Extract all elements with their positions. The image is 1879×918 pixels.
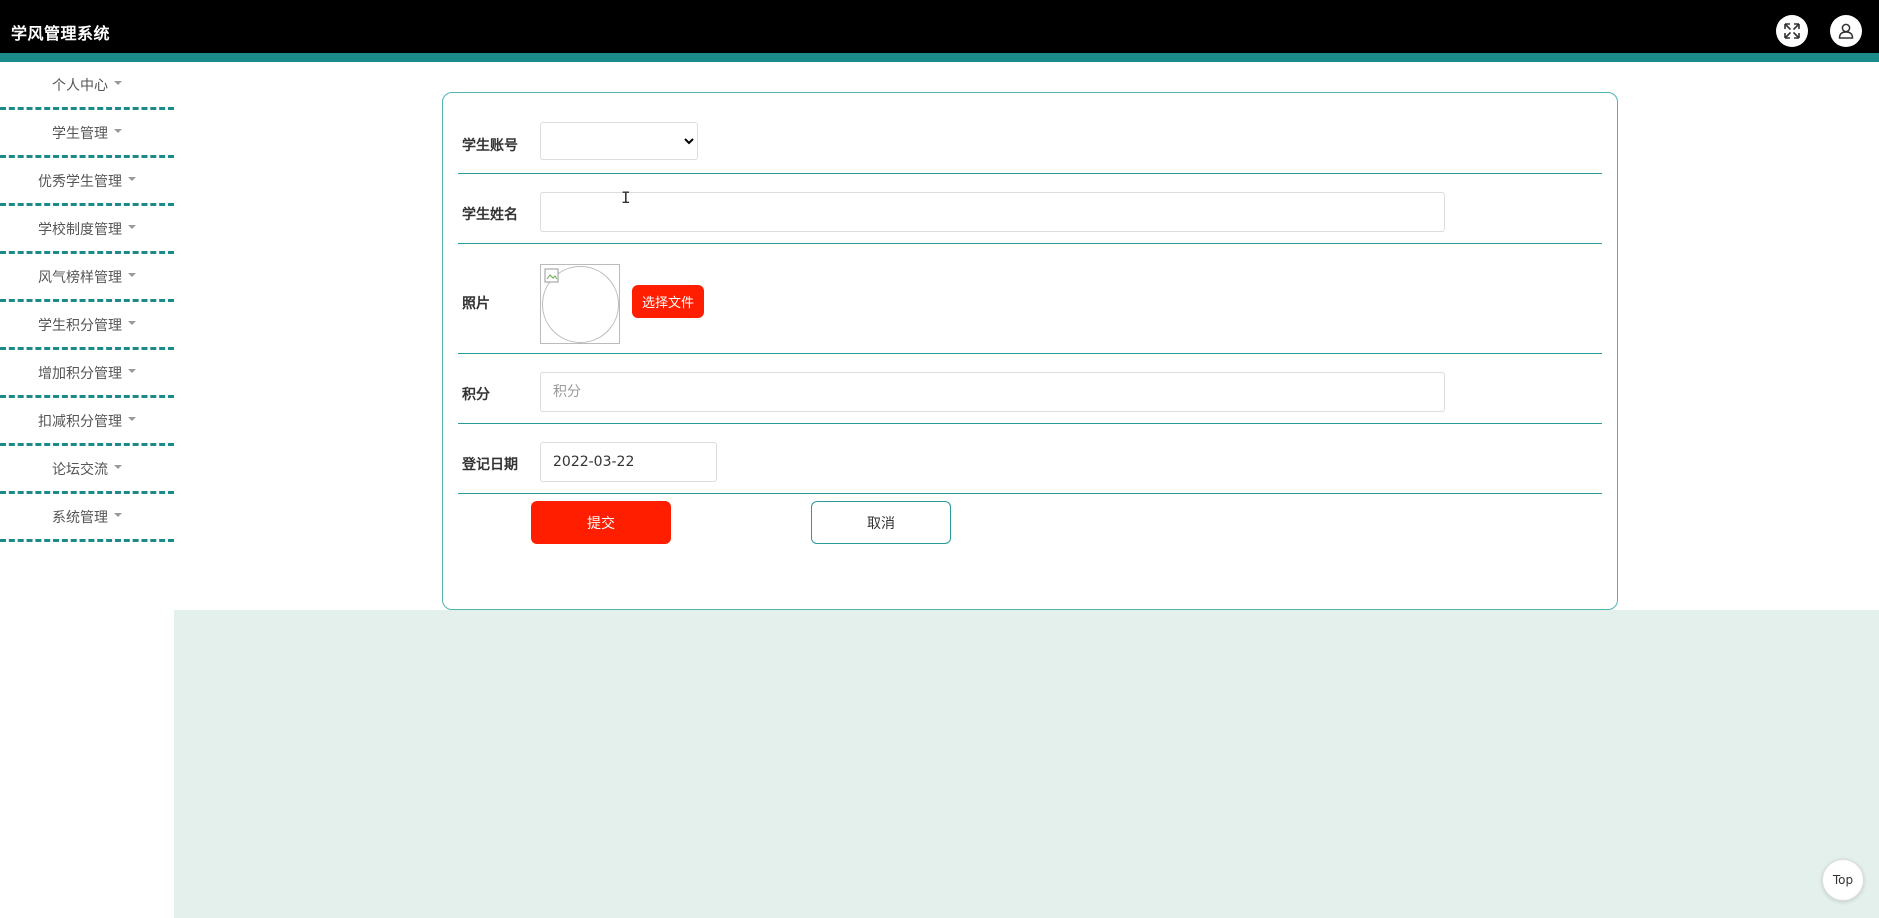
sidebar-item-excellent-student-management[interactable]: 优秀学生管理 (0, 158, 174, 206)
caret-down-icon (114, 464, 122, 469)
sidebar-item-deduct-points-management[interactable]: 扣减积分管理 (0, 398, 174, 446)
student-account-label: 学生账号 (462, 138, 518, 154)
caret-down-icon (114, 128, 122, 133)
caret-down-icon (114, 80, 122, 85)
fullscreen-button[interactable] (1776, 15, 1808, 47)
sidebar-item-add-points-management[interactable]: 增加积分管理 (0, 350, 174, 398)
photo-preview (540, 264, 620, 344)
student-points-form: 学生账号 学生姓名 I 照片 选择文件 积分 登记日期 2022-03-22 提… (442, 92, 1618, 610)
sidebar-item-label: 个人中心 (52, 77, 108, 94)
form-row-photo: 照片 选择文件 (458, 244, 1602, 354)
sidebar-item-label: 风气榜样管理 (38, 269, 122, 286)
sidebar-item-label: 论坛交流 (52, 461, 108, 478)
cancel-button[interactable]: 取消 (811, 501, 951, 544)
form-row-student-account: 学生账号 (458, 93, 1602, 174)
caret-down-icon (128, 320, 136, 325)
sidebar-item-system-management[interactable]: 系统管理 (0, 494, 174, 542)
caret-down-icon (128, 416, 136, 421)
text-cursor-icon: I (621, 188, 631, 207)
student-name-input[interactable] (540, 192, 1445, 232)
register-date-value: 2022-03-22 (553, 454, 635, 470)
sidebar-item-role-model-management[interactable]: 风气榜样管理 (0, 254, 174, 302)
broken-image-icon (544, 268, 559, 283)
user-icon (1838, 23, 1854, 39)
caret-down-icon (128, 224, 136, 229)
choose-file-button[interactable]: 选择文件 (632, 285, 705, 318)
sidebar-item-label: 系统管理 (52, 509, 108, 526)
sidebar-item-school-rules-management[interactable]: 学校制度管理 (0, 206, 174, 254)
photo-label: 照片 (462, 296, 490, 312)
caret-down-icon (128, 176, 136, 181)
user-menu-button[interactable] (1830, 15, 1862, 47)
student-account-select[interactable] (540, 122, 698, 160)
sidebar-item-student-management[interactable]: 学生管理 (0, 110, 174, 158)
student-name-label: 学生姓名 (462, 207, 518, 223)
sidebar-item-label: 增加积分管理 (38, 365, 122, 382)
form-row-points: 积分 (458, 354, 1602, 424)
sidebar-item-student-points-management[interactable]: 学生积分管理 (0, 302, 174, 350)
form-row-student-name: 学生姓名 I (458, 174, 1602, 244)
sidebar-menu: 个人中心 学生管理 优秀学生管理 学校制度管理 风气榜样管理 学生积分管理 增加… (0, 62, 174, 542)
caret-down-icon (114, 512, 122, 517)
sidebar-item-personal-center[interactable]: 个人中心 (0, 62, 174, 110)
expand-icon (1784, 23, 1800, 39)
main-content-background (174, 610, 1879, 918)
sidebar-item-label: 学校制度管理 (38, 221, 122, 238)
top-bar: 学风管理系统 (0, 0, 1879, 54)
header-accent-stripe (0, 53, 1879, 62)
sidebar-item-forum[interactable]: 论坛交流 (0, 446, 174, 494)
sidebar-item-label: 优秀学生管理 (38, 173, 122, 190)
submit-button[interactable]: 提交 (531, 501, 671, 544)
caret-down-icon (128, 368, 136, 373)
register-date-input[interactable]: 2022-03-22 (540, 442, 717, 482)
register-date-label: 登记日期 (462, 457, 518, 473)
back-to-top-button[interactable]: Top (1822, 859, 1864, 901)
sidebar-item-label: 学生积分管理 (38, 317, 122, 334)
caret-down-icon (128, 272, 136, 277)
points-input[interactable] (540, 372, 1445, 412)
form-row-register-date: 登记日期 2022-03-22 (458, 424, 1602, 494)
app-title: 学风管理系统 (11, 24, 111, 43)
sidebar-item-label: 学生管理 (52, 125, 108, 142)
points-label: 积分 (462, 387, 490, 403)
sidebar-item-label: 扣减积分管理 (38, 413, 122, 430)
